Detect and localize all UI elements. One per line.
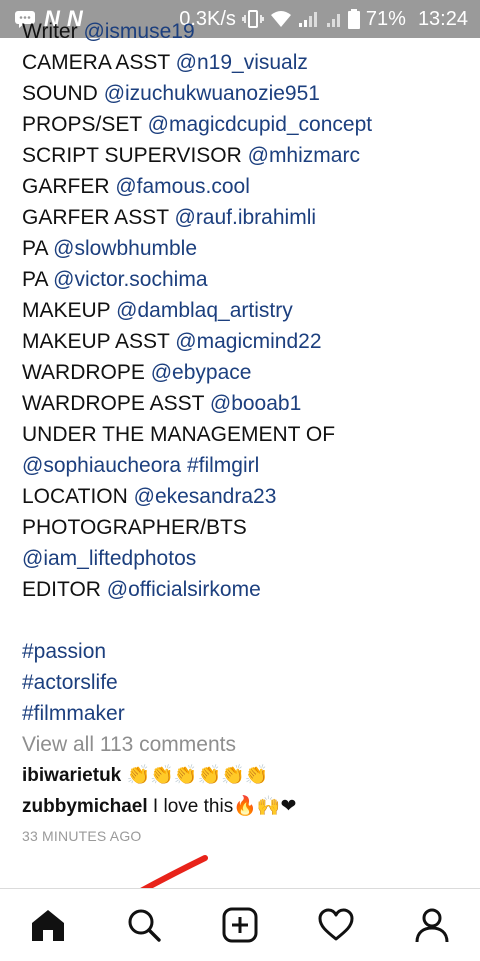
caption-line: #filmmaker: [22, 698, 458, 729]
hashtag-link[interactable]: #actorslife: [22, 671, 118, 694]
add-post-icon: [222, 907, 258, 943]
view-all-comments-link[interactable]: View all 113 comments: [0, 729, 480, 760]
search-icon: [128, 909, 161, 942]
caption-text: GARFER ASST: [22, 206, 175, 229]
mention-link[interactable]: @ekesandra23: [134, 485, 277, 508]
nav-add-post-button[interactable]: [210, 895, 270, 955]
caption-line: MAKEUP @damblaq_artistry: [22, 295, 458, 326]
caption-line: MAKEUP ASST @magicmind22: [22, 326, 458, 357]
nav-activity-button[interactable]: [306, 895, 366, 955]
caption-line: CAMERA ASST @n19_visualz: [22, 47, 458, 78]
mention-link[interactable]: @officialsirkome: [107, 578, 261, 601]
caption-text: GARFER: [22, 175, 116, 198]
mention-link[interactable]: @slowbhumble: [53, 237, 197, 260]
mention-link[interactable]: @damblaq_artistry: [116, 299, 293, 322]
mention-link[interactable]: @mhizmarc: [248, 144, 360, 167]
mention-link[interactable]: @victor.sochima: [53, 268, 207, 291]
caption-text: EDITOR: [22, 578, 107, 601]
post-caption: Writer @ismuse19 CAMERA ASST @n19_visualz…: [0, 16, 480, 729]
caption-line: SCRIPT SUPERVISOR @mhizmarc: [22, 140, 458, 171]
nav-search-button[interactable]: [114, 895, 174, 955]
caption-text: UNDER THE MANAGEMENT OF: [22, 423, 336, 446]
comment-row: ibiwarietuk 👏👏👏👏👏👏: [0, 760, 480, 791]
comment-username[interactable]: ibiwarietuk: [22, 765, 121, 786]
comment-text: I love this🔥🙌❤: [147, 796, 297, 817]
profile-icon: [415, 908, 449, 943]
hashtag-link[interactable]: #filmgirl: [187, 454, 259, 477]
mention-link[interactable]: @magicdcupid_concept: [148, 113, 372, 136]
caption-line: LOCATION @ekesandra23: [22, 481, 458, 512]
mention-link[interactable]: @rauf.ibrahimli: [175, 206, 317, 229]
caption-line: PHOTOGRAPHER/BTS: [22, 512, 458, 543]
comment-list: ibiwarietuk 👏👏👏👏👏👏 zubbymichael I love th…: [0, 760, 480, 822]
caption-line: GARFER ASST @rauf.ibrahimli: [22, 202, 458, 233]
comment-text: 👏👏👏👏👏👏: [121, 765, 269, 786]
post-timestamp: 33 MINUTES AGO: [22, 828, 142, 844]
comment-username[interactable]: zubbymichael: [22, 796, 148, 817]
caption-text: CAMERA ASST: [22, 51, 176, 74]
mention-link[interactable]: @sophiaucheora: [22, 454, 181, 477]
caption-text: PROPS/SET: [22, 113, 148, 136]
caption-line: PROPS/SET @magicdcupid_concept: [22, 109, 458, 140]
caption-line: #passion: [22, 636, 458, 667]
hashtag-link[interactable]: #passion: [22, 640, 106, 663]
caption-line: SOUND @izuchukwuanozie951: [22, 78, 458, 109]
caption-line: WARDROPE ASST @booab1: [22, 388, 458, 419]
caption-text: MAKEUP: [22, 299, 117, 322]
mention-link[interactable]: @izuchukwuanozie951: [104, 82, 320, 105]
caption-text: Writer: [22, 20, 84, 43]
caption-line: #actorslife: [22, 667, 458, 698]
caption-line: GARFER @famous.cool: [22, 171, 458, 202]
caption-text: LOCATION: [22, 485, 134, 508]
caption-text: PA: [22, 237, 54, 260]
nav-profile-button[interactable]: [402, 895, 462, 955]
mention-link[interactable]: @ebypace: [151, 361, 252, 384]
caption-line: PA @victor.sochima: [22, 264, 458, 295]
caption-line: Writer @ismuse19: [22, 16, 458, 47]
mention-link[interactable]: @ismuse19: [83, 20, 194, 43]
caption-text: WARDROPE: [22, 361, 151, 384]
caption-line: WARDROPE @ebypace: [22, 357, 458, 388]
caption-line: PA @slowbhumble: [22, 233, 458, 264]
caption-line: @iam_liftedphotos: [22, 543, 458, 574]
caption-text: SCRIPT SUPERVISOR: [22, 144, 248, 167]
mention-link[interactable]: @famous.cool: [115, 175, 250, 198]
caption-text: PA: [22, 268, 54, 291]
home-icon: [32, 910, 64, 941]
caption-text: MAKEUP ASST: [22, 330, 176, 353]
mention-link[interactable]: @magicmind22: [175, 330, 321, 353]
mention-link[interactable]: @iam_liftedphotos: [22, 547, 196, 570]
mention-link[interactable]: @booab1: [210, 392, 301, 415]
hashtag-link[interactable]: #filmmaker: [22, 702, 125, 725]
mention-link[interactable]: @n19_visualz: [176, 51, 308, 74]
caption-text: PHOTOGRAPHER/BTS: [22, 516, 247, 539]
caption-line: EDITOR @officialsirkome: [22, 574, 458, 605]
caption-line: @sophiaucheora #filmgirl: [22, 450, 458, 481]
heart-icon: [318, 908, 354, 941]
caption-text: SOUND: [22, 82, 104, 105]
caption-text: WARDROPE ASST: [22, 392, 210, 415]
bottom-navigation: [0, 888, 480, 961]
nav-home-button[interactable]: [18, 895, 78, 955]
caption-line: UNDER THE MANAGEMENT OF: [22, 419, 458, 450]
post-feed: Writer @ismuse19 CAMERA ASST @n19_visualz…: [0, 16, 480, 888]
comment-row: zubbymichael I love this🔥🙌❤: [0, 791, 480, 822]
